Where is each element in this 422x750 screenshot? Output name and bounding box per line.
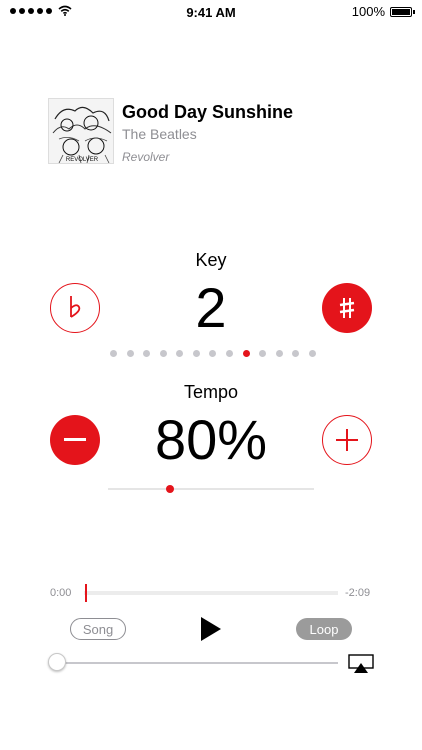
airplay-icon — [348, 654, 374, 673]
key-dot — [176, 350, 184, 357]
key-dot — [226, 350, 234, 357]
elapsed-time: 0:00 — [50, 587, 72, 599]
loop-button[interactable]: Loop — [296, 618, 352, 640]
volume-slider[interactable] — [56, 662, 338, 664]
tempo-increase-button[interactable] — [322, 415, 372, 465]
key-label: Key — [195, 250, 227, 270]
key-dot — [192, 350, 200, 357]
key-position-dots — [110, 350, 316, 357]
status-bar: 9:41 AM 100% — [0, 0, 422, 24]
key-dot — [242, 350, 250, 357]
battery-icon — [390, 6, 415, 17]
remaining-time: -2:09 — [345, 587, 371, 599]
song-title: Good Day Sunshine — [122, 102, 294, 122]
song-artist: The Beatles — [122, 126, 197, 142]
key-dot — [110, 350, 117, 357]
flat-button[interactable] — [50, 283, 100, 333]
sharp-icon — [339, 298, 355, 318]
airplay-button[interactable] — [348, 654, 374, 679]
progress-bar[interactable] — [84, 591, 338, 595]
key-dot — [209, 350, 217, 357]
volume-slider-knob[interactable] — [48, 653, 66, 671]
play-button[interactable] — [199, 616, 223, 647]
song-album: Revolver — [122, 150, 170, 164]
key-dot — [308, 350, 316, 357]
minus-icon — [64, 438, 86, 441]
key-dot — [159, 350, 167, 357]
key-dot — [275, 350, 283, 357]
progress-playhead[interactable] — [85, 584, 87, 602]
artwork-lettering: REVOLVER — [66, 157, 99, 163]
sharp-button[interactable] — [322, 283, 372, 333]
plus-icon — [336, 429, 358, 451]
tempo-slider-knob[interactable] — [165, 485, 174, 493]
tempo-slider[interactable] — [108, 488, 314, 490]
album-artwork: REVOLVER — [48, 98, 114, 164]
key-dot — [259, 350, 267, 357]
battery-indicator: 100% — [351, 4, 415, 19]
key-dot — [143, 350, 151, 357]
song-mode-button[interactable]: Song — [70, 618, 126, 640]
tempo-label: Tempo — [183, 382, 239, 402]
tempo-decrease-button[interactable] — [50, 415, 100, 465]
key-dot — [292, 350, 300, 357]
key-dot — [126, 350, 134, 357]
flat-icon — [70, 296, 81, 318]
battery-percent: 100% — [351, 4, 385, 19]
play-icon — [201, 617, 221, 641]
